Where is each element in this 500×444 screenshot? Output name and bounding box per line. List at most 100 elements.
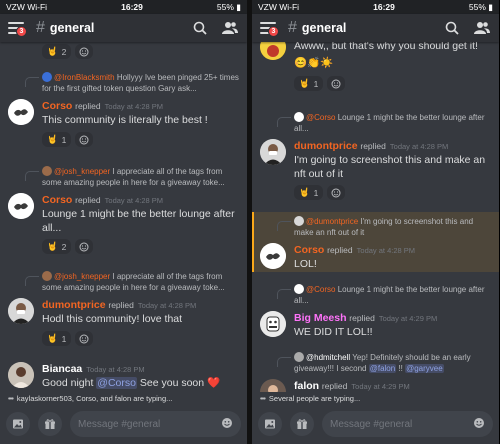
replied-label: replied: [349, 313, 375, 323]
reaction-rock-on[interactable]: 🤘 2: [42, 44, 72, 59]
message-header: falon replied Today at 4:29 PM: [294, 380, 493, 392]
reply-reference[interactable]: @josh_knepper I appreciate all of the ta…: [42, 271, 241, 293]
heart-emoji: ❤️: [207, 377, 221, 389]
timestamp: Today at 4:29 PM: [351, 382, 410, 391]
add-reaction-icon[interactable]: [75, 132, 94, 147]
rock-on-emoji: 🤘: [47, 134, 58, 144]
reply-author: @hdmitchell: [306, 353, 351, 362]
message-input[interactable]: Message #general: [322, 411, 493, 437]
carrier: VZW Wi-Fi: [258, 2, 300, 12]
add-reaction-icon[interactable]: [327, 185, 346, 200]
username[interactable]: Corso: [294, 244, 324, 256]
battery-percent: 55%: [216, 1, 234, 12]
gift-button[interactable]: [38, 412, 62, 436]
avatar[interactable]: [260, 379, 286, 392]
reaction-rock-on[interactable]: 🤘 1: [42, 132, 72, 147]
left-screen: VZW Wi-Fi 16:29 55% ▮ 3 # general 🤘 2 @Ir…: [0, 0, 247, 444]
image-upload-button[interactable]: [6, 412, 30, 436]
reaction-count: 1: [61, 333, 67, 344]
avatar[interactable]: [8, 362, 34, 388]
message-text: Good night @Corso See you soon ❤️: [42, 376, 241, 390]
hamburger-menu-button[interactable]: 3: [8, 22, 27, 37]
username[interactable]: Big Meesh: [294, 312, 347, 324]
avatar[interactable]: [260, 243, 286, 269]
message-text: WE DID IT LOL!!: [294, 326, 373, 338]
avatar[interactable]: [8, 298, 34, 324]
message-header: dumontprice replied Today at 4:28 PM: [294, 140, 493, 152]
reaction-rock-on[interactable]: 🤘 2: [42, 239, 72, 254]
username[interactable]: falon: [294, 380, 319, 392]
user-mention[interactable]: @Corso: [96, 377, 137, 389]
typing-dots-icon: •••: [8, 393, 14, 403]
message-input[interactable]: Message #general: [70, 411, 241, 437]
members-icon[interactable]: [221, 19, 239, 37]
reaction-count: 1: [313, 78, 319, 89]
reply-snippet-mid: !!: [396, 363, 406, 373]
username[interactable]: dumontprice: [294, 140, 358, 152]
user-mention[interactable]: @garyvee: [405, 363, 444, 373]
reply-author: @josh_knepper: [54, 272, 111, 281]
search-icon[interactable]: [443, 19, 461, 37]
timestamp: Today at 4:28 PM: [86, 365, 145, 374]
user-mention[interactable]: @falon: [368, 363, 397, 373]
avatar[interactable]: [260, 42, 286, 60]
mini-avatar: [42, 72, 52, 82]
message-item: @hdmitchell Yep! Definitely should be an…: [252, 350, 499, 392]
reaction-rock-on[interactable]: 🤘 1: [42, 331, 72, 346]
battery: 55% ▮: [216, 1, 241, 12]
emoji-picker-icon[interactable]: [473, 417, 485, 432]
search-icon[interactable]: [191, 19, 209, 37]
add-reaction-icon[interactable]: [75, 331, 94, 346]
gift-button[interactable]: [290, 412, 314, 436]
members-icon[interactable]: [473, 19, 491, 37]
typing-indicator: ••• Several people are typing...: [252, 392, 499, 404]
message-text: Hodl this community! love that: [42, 313, 183, 325]
reply-reference[interactable]: @Corso Lounge 1 might be the better loun…: [294, 284, 493, 306]
message-text-part: See you soon: [136, 377, 208, 389]
message-list[interactable]: 🤘 2 @IronBlacksmith Hollyyy Ive been ping…: [0, 42, 247, 392]
message-text: I'm going to screenshot this and make an…: [294, 154, 486, 180]
add-reaction-icon[interactable]: [75, 239, 94, 254]
timestamp: Today at 4:28 PM: [389, 142, 449, 151]
reaction-rock-on[interactable]: 🤘 1: [294, 76, 324, 91]
username[interactable]: Corso: [42, 100, 72, 112]
message-placeholder: Message #general: [330, 418, 413, 430]
rock-on-emoji: 🤘: [299, 78, 310, 88]
timestamp: Today at 4:28 PM: [137, 301, 197, 310]
reply-reference[interactable]: @dumontprice I'm going to screenshot thi…: [294, 216, 493, 238]
reply-reference[interactable]: @IronBlacksmith Hollyyy Ive been pinged …: [42, 72, 241, 94]
message-header: Corso replied Today at 4:28 PM: [42, 100, 241, 112]
mini-avatar: [294, 284, 304, 294]
reaction-count: 2: [61, 46, 67, 57]
add-reaction-icon[interactable]: [327, 76, 346, 91]
reply-reference[interactable]: @josh_knepper I appreciate all of the ta…: [42, 166, 241, 188]
username[interactable]: Biancaa: [42, 363, 82, 375]
image-upload-button[interactable]: [258, 412, 282, 436]
avatar[interactable]: [260, 311, 286, 337]
reply-author: @IronBlacksmith: [54, 73, 115, 82]
avatar[interactable]: [8, 193, 34, 219]
rock-on-emoji: 🤘: [47, 333, 58, 343]
status-bar: VZW Wi-Fi 16:29 55% ▮: [0, 0, 247, 14]
reaction-rock-on[interactable]: 🤘 1: [294, 185, 324, 200]
emoji-picker-icon[interactable]: [221, 417, 233, 432]
message-placeholder: Message #general: [78, 418, 161, 430]
replied-label: replied: [327, 245, 353, 255]
reaction-count: 1: [61, 134, 67, 145]
avatar[interactable]: [8, 99, 34, 125]
username[interactable]: Corso: [42, 194, 72, 206]
avatar[interactable]: [260, 139, 286, 165]
message-item: @josh_knepper I appreciate all of the ta…: [0, 164, 247, 259]
mini-avatar: [294, 216, 304, 226]
message-list[interactable]: Awww,, but that's why you should get it!…: [252, 42, 499, 392]
rock-on-emoji: 🤘: [299, 187, 310, 197]
hamburger-menu-button[interactable]: 3: [260, 22, 279, 37]
reply-reference[interactable]: @Corso Lounge 1 might be the better loun…: [294, 112, 493, 134]
add-reaction-icon[interactable]: [75, 44, 94, 59]
reply-reference[interactable]: @hdmitchell Yep! Definitely should be an…: [294, 352, 493, 374]
username[interactable]: dumontprice: [42, 299, 106, 311]
mini-avatar: [42, 166, 52, 176]
mini-avatar: [42, 271, 52, 281]
message-composer: Message #general: [252, 404, 499, 444]
rock-on-emoji: 🤘: [47, 241, 58, 251]
